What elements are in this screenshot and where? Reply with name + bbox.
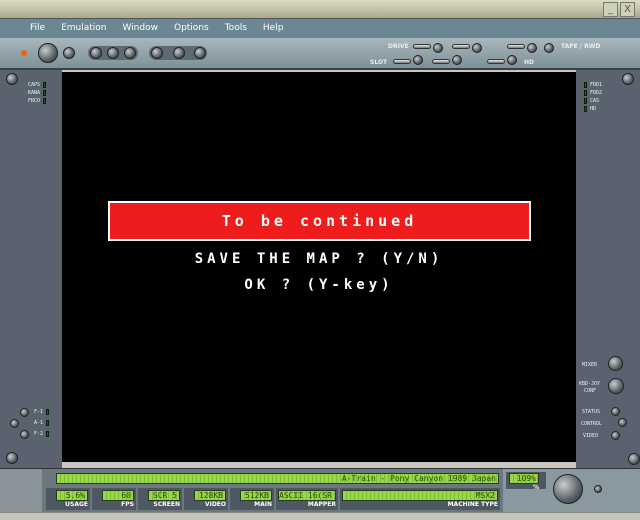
menu-window[interactable]: Window: [114, 19, 166, 38]
power-led-icon: [21, 50, 27, 56]
slot-2-eject[interactable]: [452, 55, 462, 65]
status-button[interactable]: [611, 407, 620, 416]
continue-banner: To be continued: [108, 201, 531, 241]
tape-slot[interactable]: [507, 44, 525, 49]
slot-label: SLOT: [370, 59, 388, 66]
f2-led: F-2: [34, 430, 50, 438]
status-bar: A-Train - Pony Canyon 1989 Japan 5.6% US…: [0, 468, 640, 513]
menu-help[interactable]: Help: [255, 19, 292, 38]
kbd-joy-config-button[interactable]: [608, 378, 624, 394]
save-map-prompt: SAVE THE MAP ? (Y/N): [194, 251, 444, 267]
video-button[interactable]: [611, 431, 620, 440]
usage-label: USAGE: [65, 501, 88, 508]
properties-button[interactable]: [151, 47, 163, 59]
joystick-icon: [6, 452, 18, 464]
f1-button[interactable]: [20, 408, 29, 417]
tape-rewind[interactable]: [544, 43, 554, 53]
tools-icon[interactable]: [173, 47, 185, 59]
usage-display: 5.6%: [56, 490, 88, 501]
video-label: VIDEO: [204, 501, 226, 508]
menu-bar: File Emulation Window Options Tools Help: [0, 19, 640, 38]
bottom-border: [0, 512, 640, 520]
control-button[interactable]: [618, 418, 627, 427]
pause-button[interactable]: [107, 47, 119, 59]
kbd-joy-label: KBD-JOY: [579, 381, 601, 387]
joystick-icon: [628, 453, 640, 465]
mixer-label: MIXER: [582, 362, 598, 368]
left-panel: CAPS KANA FRCO F-1 A-1 F-2: [0, 70, 62, 468]
fps-display: 60: [102, 490, 134, 501]
reset-button[interactable]: [63, 47, 75, 59]
fdd1-led: FDD1: [584, 81, 602, 89]
menu-file[interactable]: File: [22, 19, 53, 38]
video-label: VIDEO: [583, 433, 599, 439]
hd-eject[interactable]: [507, 55, 517, 65]
speed-label: %: [532, 484, 539, 491]
speed-knob[interactable]: [553, 474, 583, 504]
control-label: CONTROL: [581, 421, 603, 427]
slot-1[interactable]: [393, 59, 411, 64]
slot-1-eject[interactable]: [413, 55, 423, 65]
speed-reset-button[interactable]: [594, 485, 602, 493]
status-label: STATUS: [582, 409, 601, 415]
ok-prompt: OK ? (Y-key): [244, 277, 394, 293]
title-bar: _ X: [0, 0, 640, 19]
minimize-button[interactable]: _: [603, 2, 618, 17]
close-button[interactable]: X: [620, 2, 635, 17]
drive-a-eject[interactable]: [433, 43, 443, 53]
cas-led: CAS: [584, 97, 602, 105]
conf-label: CONF: [584, 388, 597, 394]
mixer-button[interactable]: [608, 356, 623, 371]
hd-led: HD: [584, 105, 602, 113]
slot-2[interactable]: [432, 59, 450, 64]
mapper-label: MAPPER: [307, 501, 336, 508]
drive-b-slot[interactable]: [452, 44, 470, 49]
mapper-display: ASCII 16(SR: [278, 490, 336, 501]
tape-label: TAPE / RWD: [561, 43, 601, 50]
hd-label: HD: [524, 59, 535, 66]
fps-label: FPS: [121, 501, 134, 508]
menu-options[interactable]: Options: [166, 19, 217, 38]
menu-tools[interactable]: Tools: [217, 19, 255, 38]
screen-label: SCREEN: [153, 501, 180, 508]
machine-type-display: MSX2: [342, 490, 498, 501]
power-knob[interactable]: [38, 43, 58, 63]
f2-button[interactable]: [20, 430, 29, 439]
drive-label: DRIVE: [388, 43, 409, 50]
screen-mode-display: SCR 5: [148, 490, 180, 501]
a1-led: A-1: [34, 419, 50, 427]
kana-led: KANA: [28, 89, 47, 97]
main-label: MAIN: [254, 501, 272, 508]
video-ram-display: 128KB: [194, 490, 226, 501]
main-ram-display: 512KB: [240, 490, 272, 501]
right-panel: FDD1 FDD2 CAS HD MIXER KBD-JOY CONF STAT…: [576, 70, 640, 468]
play-button[interactable]: [90, 47, 102, 59]
machine-type-label: MACHINE TYPE: [447, 501, 498, 508]
fdd2-led: FDD2: [584, 89, 602, 97]
hd-slot[interactable]: [487, 59, 505, 64]
speed-display: 109%: [509, 473, 539, 484]
toolbar: DRIVE SLOT TAPE / RWD HD: [0, 38, 640, 70]
a1-button[interactable]: [10, 419, 19, 428]
stop-button[interactable]: [124, 47, 136, 59]
f1-led: F-1: [34, 408, 50, 416]
caps-led: CAPS: [28, 81, 47, 89]
tape-eject[interactable]: [527, 43, 537, 53]
frco-led: FRCO: [28, 97, 47, 105]
drive-a-slot[interactable]: [413, 44, 431, 49]
drive-b-eject[interactable]: [472, 43, 482, 53]
joystick-icon: [622, 73, 634, 85]
help-icon[interactable]: [194, 47, 206, 59]
emulator-screen[interactable]: To be continued SAVE THE MAP ? (Y/N) OK …: [62, 72, 576, 462]
game-title-display: A-Train - Pony Canyon 1989 Japan: [56, 473, 499, 484]
menu-emulation[interactable]: Emulation: [53, 19, 114, 38]
joystick-icon: [6, 73, 18, 85]
